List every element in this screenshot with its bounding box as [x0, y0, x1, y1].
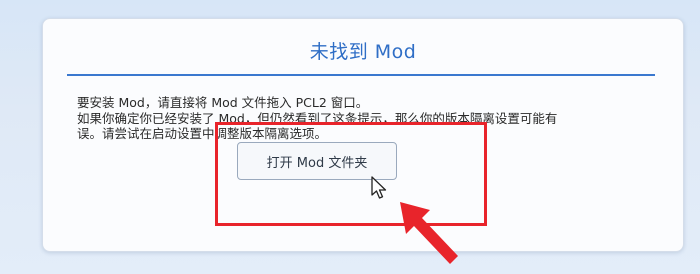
- message-line-1: 要安装 Mod，请直接将 Mod 文件拖入 PCL2 窗口。: [77, 95, 369, 110]
- message-line-2: 如果你确定你已经安装了 Mod，但仍然看到了这条提示，那么你的版本隔离设置可能有: [77, 110, 558, 126]
- arrow-icon: [400, 202, 458, 264]
- dialog-panel: 未找到 Mod 要安装 Mod，请直接将 Mod 文件拖入 PCL2 窗口。 如…: [42, 18, 684, 252]
- message-line-3: 误。请尝试在启动设置中调整版本隔离选项。: [77, 126, 328, 141]
- open-mod-folder-button[interactable]: 打开 Mod 文件夹: [237, 142, 397, 180]
- dialog-title: 未找到 Mod: [309, 41, 417, 63]
- mouse-cursor-icon: [371, 176, 387, 199]
- title-divider: [67, 74, 655, 76]
- dialog-message: 要安装 Mod，请直接将 Mod 文件拖入 PCL2 窗口。 如果你确定你已经安…: [77, 95, 657, 142]
